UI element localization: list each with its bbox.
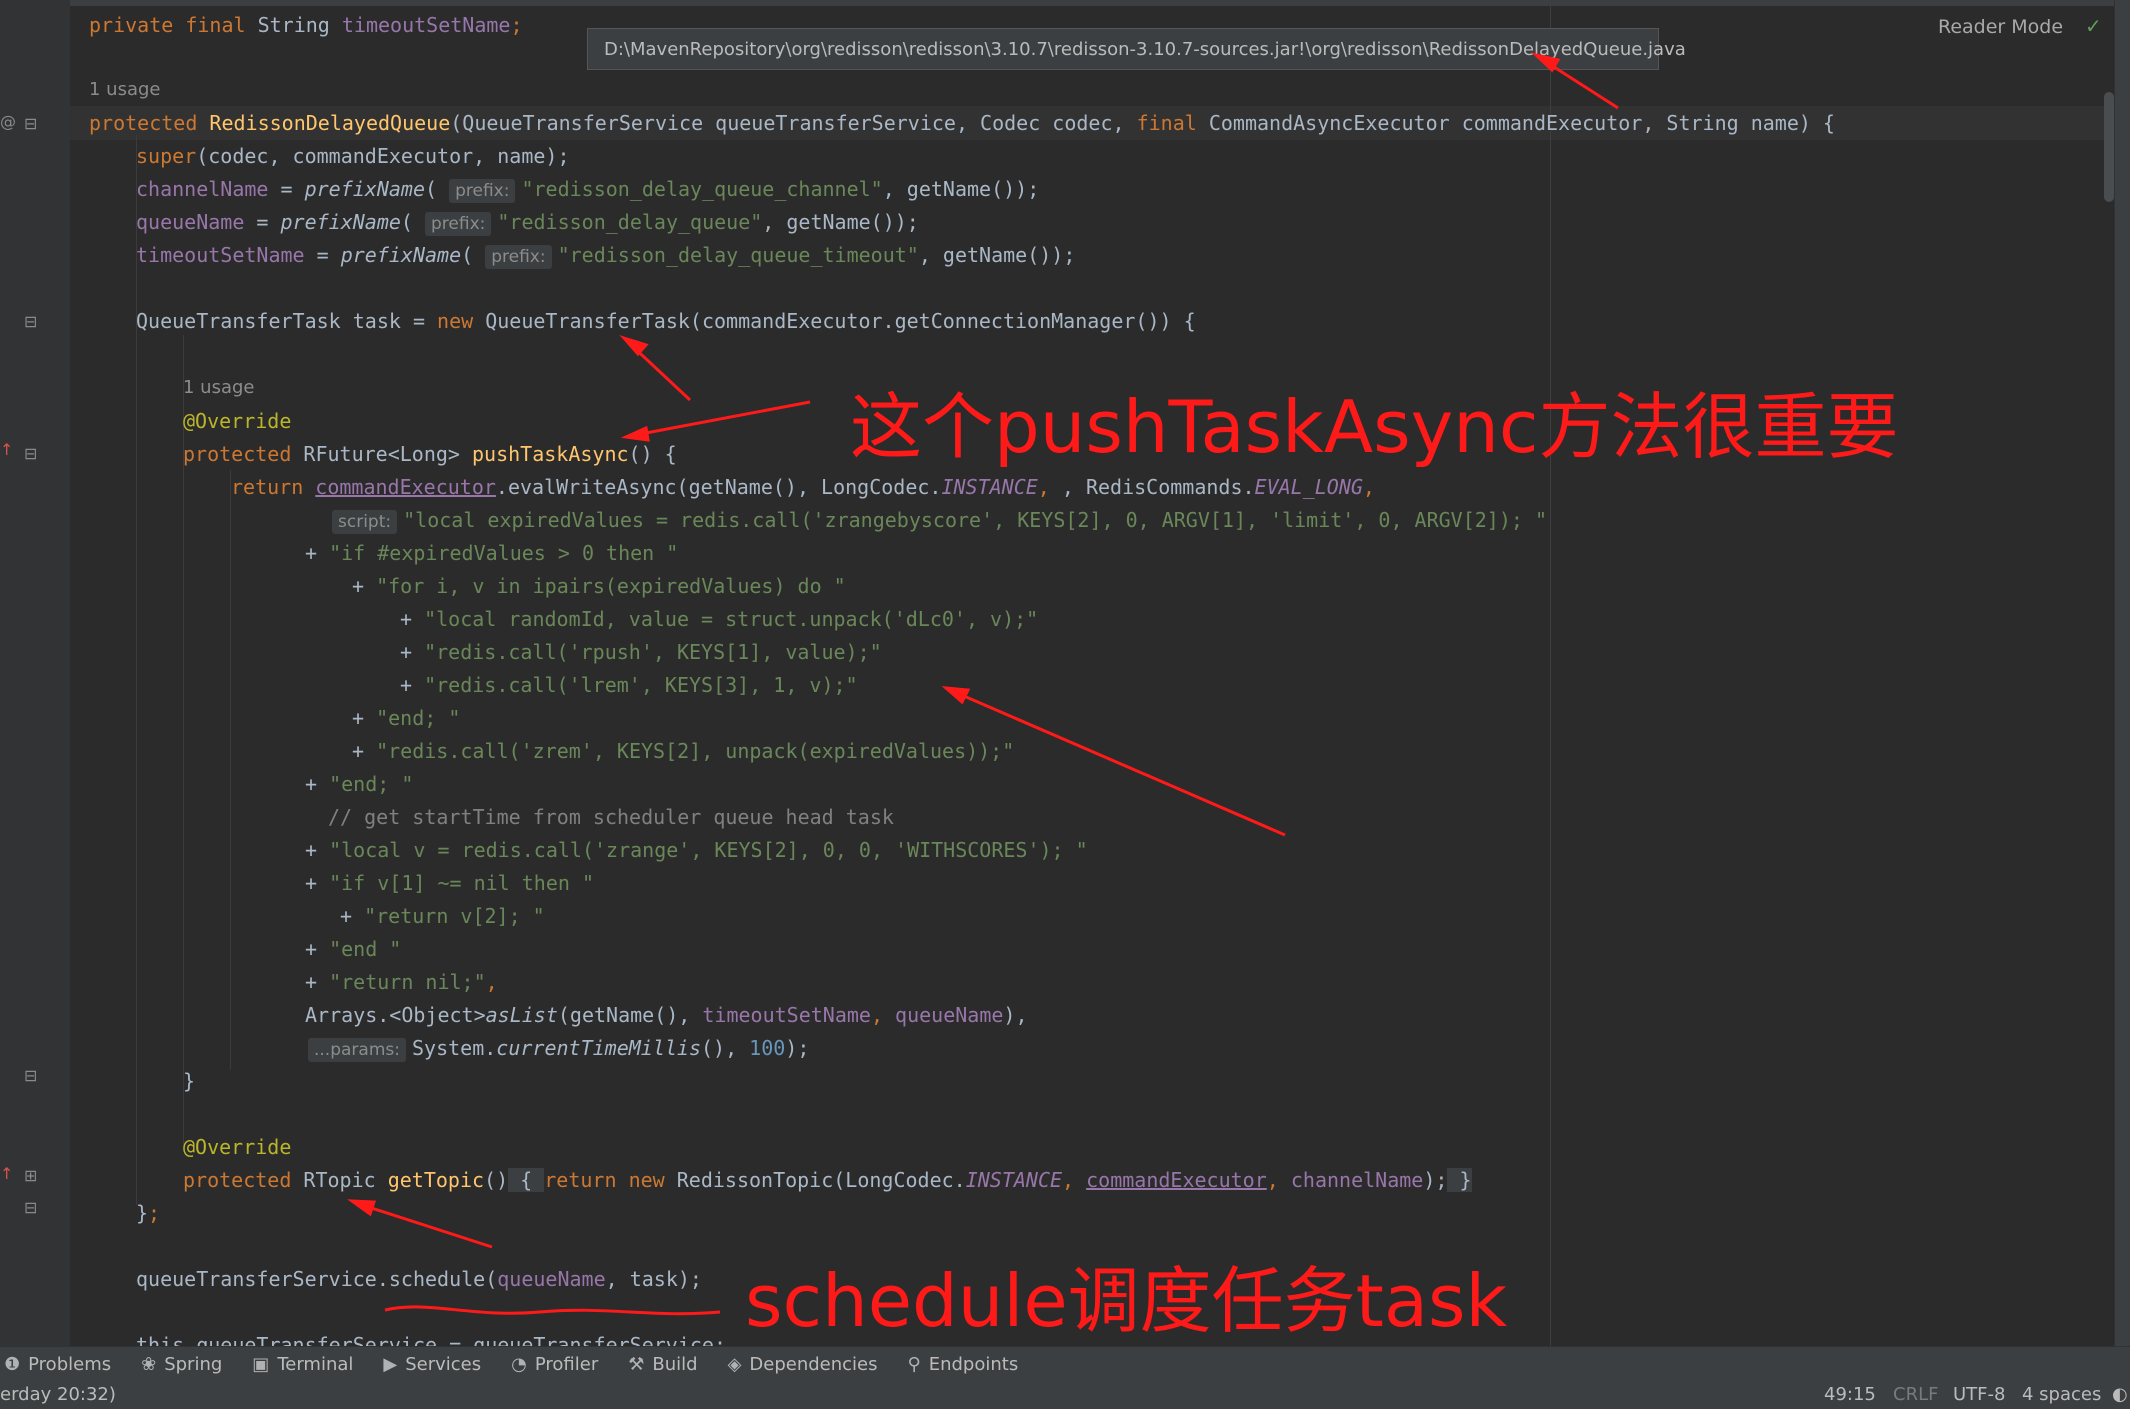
- code-line: + "redis.call('lrem', KEYS[3], 1, v);": [400, 673, 858, 697]
- annotation-schedule: schedule调度任务task: [745, 1259, 1508, 1343]
- code-line: channelName = prefixName( prefix: "rediss…: [136, 177, 1040, 203]
- file-path-tooltip: D:\MavenRepository\org\redisson\redisson…: [587, 28, 1686, 70]
- code-line: + "end ": [305, 937, 402, 961]
- toolwindow-services[interactable]: ▶ Services: [383, 1354, 481, 1375]
- code-line: QueueTransferTask task = new QueueTransf…: [136, 309, 1196, 333]
- notifications-icon[interactable]: ◐: [2112, 1384, 2128, 1405]
- override-marker-icon[interactable]: ↑: [0, 440, 13, 459]
- toolwindow-endpoints[interactable]: ⚲ Endpoints: [908, 1354, 1019, 1375]
- code-line: protected RFuture<Long> pushTaskAsync() …: [183, 442, 677, 466]
- code-line: + "if v[1] ~= nil then ": [305, 871, 594, 895]
- tool-window-bar: ❶ Problems ❀ Spring ▣ Terminal ▶ Services ◔ Profi…: [0, 1346, 2130, 1382]
- code-line: + "if #expiredValues > 0 then ": [305, 541, 679, 565]
- vertical-scrollbar[interactable]: [2104, 92, 2114, 202]
- code-line: + "redis.call('zrem', KEYS[2], unpack(ex…: [352, 739, 1015, 763]
- problems-icon: ❶: [4, 1354, 21, 1375]
- param-hint: ...params:: [308, 1038, 406, 1062]
- toolwindow-label: Build: [652, 1354, 698, 1375]
- code-line: ...params: System.currentTimeMillis(), 10…: [308, 1033, 809, 1063]
- right-tool-strip[interactable]: [2114, 0, 2130, 1346]
- param-hint: prefix:: [425, 212, 492, 236]
- code-line: protected RTopic getTopic() { return new…: [183, 1168, 1472, 1192]
- code-line: private final String timeoutSetName;: [89, 13, 523, 37]
- caret-position[interactable]: 49:15: [1824, 1384, 1876, 1405]
- code-line: + "return v[2]; ": [340, 904, 545, 928]
- code-line: timeoutSetName = prefixName( prefix: "red…: [136, 243, 1076, 269]
- editor-gutter[interactable]: @ ⊟ ⊟ ↑ ⊟ ⊟ ↑ ⊞ ⊟: [0, 0, 70, 1346]
- toolwindow-label: Terminal: [277, 1354, 354, 1375]
- code-line: + "for i, v in ipairs(expiredValues) do …: [352, 574, 846, 598]
- usage-count[interactable]: 1 usage: [89, 79, 161, 100]
- code-line: + "return nil;",: [305, 970, 498, 994]
- file-encoding[interactable]: UTF-8: [1953, 1384, 2005, 1405]
- fold-icon[interactable]: ⊞: [24, 1166, 37, 1185]
- code-line: queueName = prefixName( prefix: "redisson…: [136, 210, 919, 236]
- toolwindow-terminal[interactable]: ▣ Terminal: [252, 1354, 353, 1375]
- toolwindow-label: Problems: [28, 1354, 112, 1375]
- status-bar: erday 20:32) 49:15 CRLF UTF-8 4 spaces ◐: [0, 1382, 2130, 1409]
- toolwindow-label: Profiler: [534, 1354, 599, 1375]
- code-line: + "local randomId, value = struct.unpack…: [400, 607, 1039, 631]
- toolwindow-label: Endpoints: [928, 1354, 1019, 1375]
- dependencies-icon: ◈: [727, 1354, 742, 1375]
- code-line: }: [183, 1069, 196, 1093]
- toolwindow-dependencies[interactable]: ◈ Dependencies: [728, 1354, 878, 1375]
- terminal-icon: ▣: [252, 1354, 270, 1375]
- code-line: this.queueTransferService = queueTransfe…: [136, 1333, 727, 1346]
- indent-guide: [136, 135, 137, 1205]
- usage-count[interactable]: 1 usage: [183, 377, 255, 398]
- param-hint: prefix:: [449, 179, 516, 203]
- indent-guide: [230, 470, 231, 1070]
- code-line: super(codec, commandExecutor, name);: [136, 144, 570, 168]
- toolwindow-label: Dependencies: [749, 1354, 878, 1375]
- fold-icon[interactable]: ⊟: [24, 312, 37, 331]
- line-separator[interactable]: CRLF: [1893, 1384, 1938, 1405]
- fold-icon[interactable]: ⊟: [24, 114, 37, 133]
- code-editor[interactable]: private final String timeoutSetName; 1 u…: [70, 0, 2110, 1346]
- toolwindow-build[interactable]: ⚒ Build: [628, 1354, 697, 1375]
- services-icon: ▶: [383, 1354, 398, 1375]
- check-icon[interactable]: ✓: [2085, 14, 2102, 38]
- fold-icon[interactable]: ⊟: [24, 444, 37, 463]
- toolwindow-spring[interactable]: ❀ Spring: [141, 1354, 222, 1375]
- reader-mode-button[interactable]: Reader Mode: [1938, 16, 2063, 38]
- override-marker-icon[interactable]: ↑: [0, 1164, 13, 1183]
- code-line: return commandExecutor.evalWriteAsync(ge…: [231, 475, 1375, 499]
- profiler-icon: ◔: [511, 1354, 527, 1375]
- code-line: @Override: [183, 1135, 292, 1159]
- code-line: script: "local expiredValues = redis.call…: [332, 505, 1547, 535]
- code-line: + "end; ": [305, 772, 414, 796]
- code-line: queueTransferService.schedule(queueName,…: [136, 1267, 702, 1291]
- at-icon: @: [0, 112, 16, 131]
- toolwindow-label: Services: [405, 1354, 482, 1375]
- code-line: + "local v = redis.call('zrange', KEYS[2…: [305, 838, 1088, 862]
- toolwindow-profiler[interactable]: ◔ Profiler: [511, 1354, 598, 1375]
- right-margin-guide: [1550, 0, 1551, 1346]
- code-line: + "redis.call('rpush', KEYS[1], value);": [400, 640, 882, 664]
- code-line: };: [136, 1201, 161, 1225]
- fold-icon[interactable]: ⊟: [24, 1066, 37, 1085]
- build-icon: ⚒: [628, 1354, 645, 1375]
- code-line: @Override: [183, 409, 292, 433]
- spring-icon: ❀: [141, 1354, 157, 1375]
- param-hint: script:: [332, 510, 398, 534]
- code-line: // get startTime from scheduler queue he…: [328, 805, 894, 829]
- annotation-push-task: 这个pushTaskAsync方法很重要: [850, 385, 1899, 469]
- code-line: protected RedissonDelayedQueue(QueueTran…: [89, 111, 1835, 135]
- status-message[interactable]: erday 20:32): [0, 1384, 116, 1405]
- endpoints-icon: ⚲: [907, 1354, 921, 1375]
- code-line: + "end; ": [352, 706, 461, 730]
- param-hint: prefix:: [485, 245, 552, 269]
- indent-setting[interactable]: 4 spaces: [2022, 1384, 2101, 1405]
- toolwindow-label: Spring: [164, 1354, 223, 1375]
- fold-icon[interactable]: ⊟: [24, 1198, 37, 1217]
- code-line: Arrays.<Object>asList(getName(), timeout…: [305, 1003, 1028, 1027]
- toolwindow-problems[interactable]: ❶ Problems: [4, 1354, 111, 1375]
